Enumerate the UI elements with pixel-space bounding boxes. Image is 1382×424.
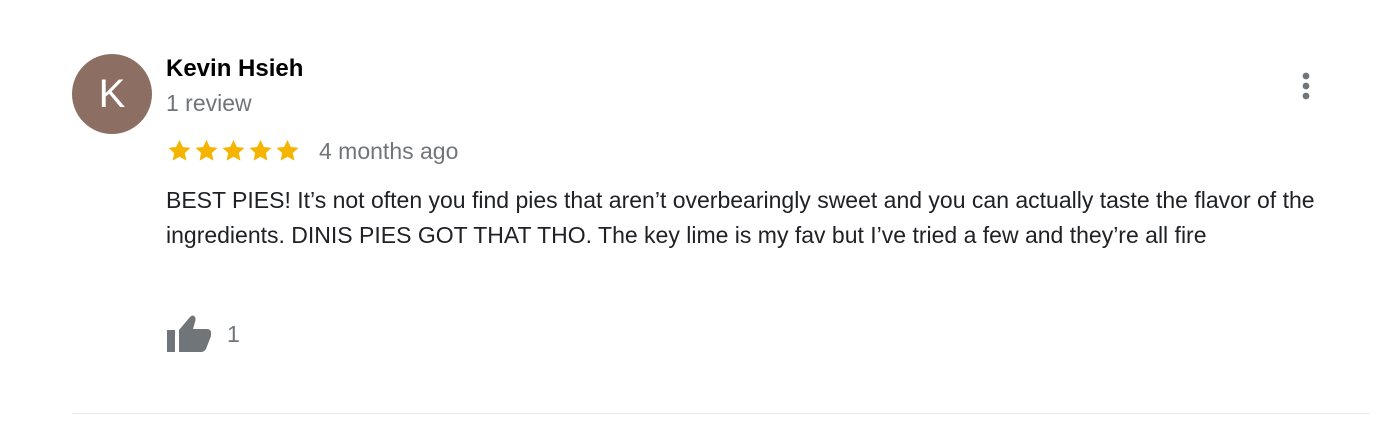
star-icon [222, 139, 245, 161]
star-rating [166, 138, 301, 164]
review-card: K Kevin Hsieh 1 review 4 months ago BEST… [0, 0, 1382, 424]
avatar[interactable]: K [72, 54, 152, 134]
like-count: 1 [227, 321, 240, 347]
star-icon [276, 139, 299, 161]
more-options-button[interactable] [1290, 66, 1322, 106]
rating-row: 4 months ago [166, 134, 458, 168]
divider [72, 413, 1370, 414]
review-text: BEST PIES! It’s not often you find pies … [166, 187, 1315, 248]
author-name[interactable]: Kevin Hsieh [166, 55, 303, 83]
thumbs-up-icon[interactable] [166, 312, 214, 356]
star-icon [195, 139, 218, 161]
like-row: 1 [166, 312, 240, 356]
more-vert-icon [1302, 72, 1310, 100]
review-date: 4 months ago [319, 138, 459, 164]
star-icon [249, 139, 272, 161]
review-count: 1 review [166, 90, 252, 116]
star-icon [168, 139, 191, 161]
